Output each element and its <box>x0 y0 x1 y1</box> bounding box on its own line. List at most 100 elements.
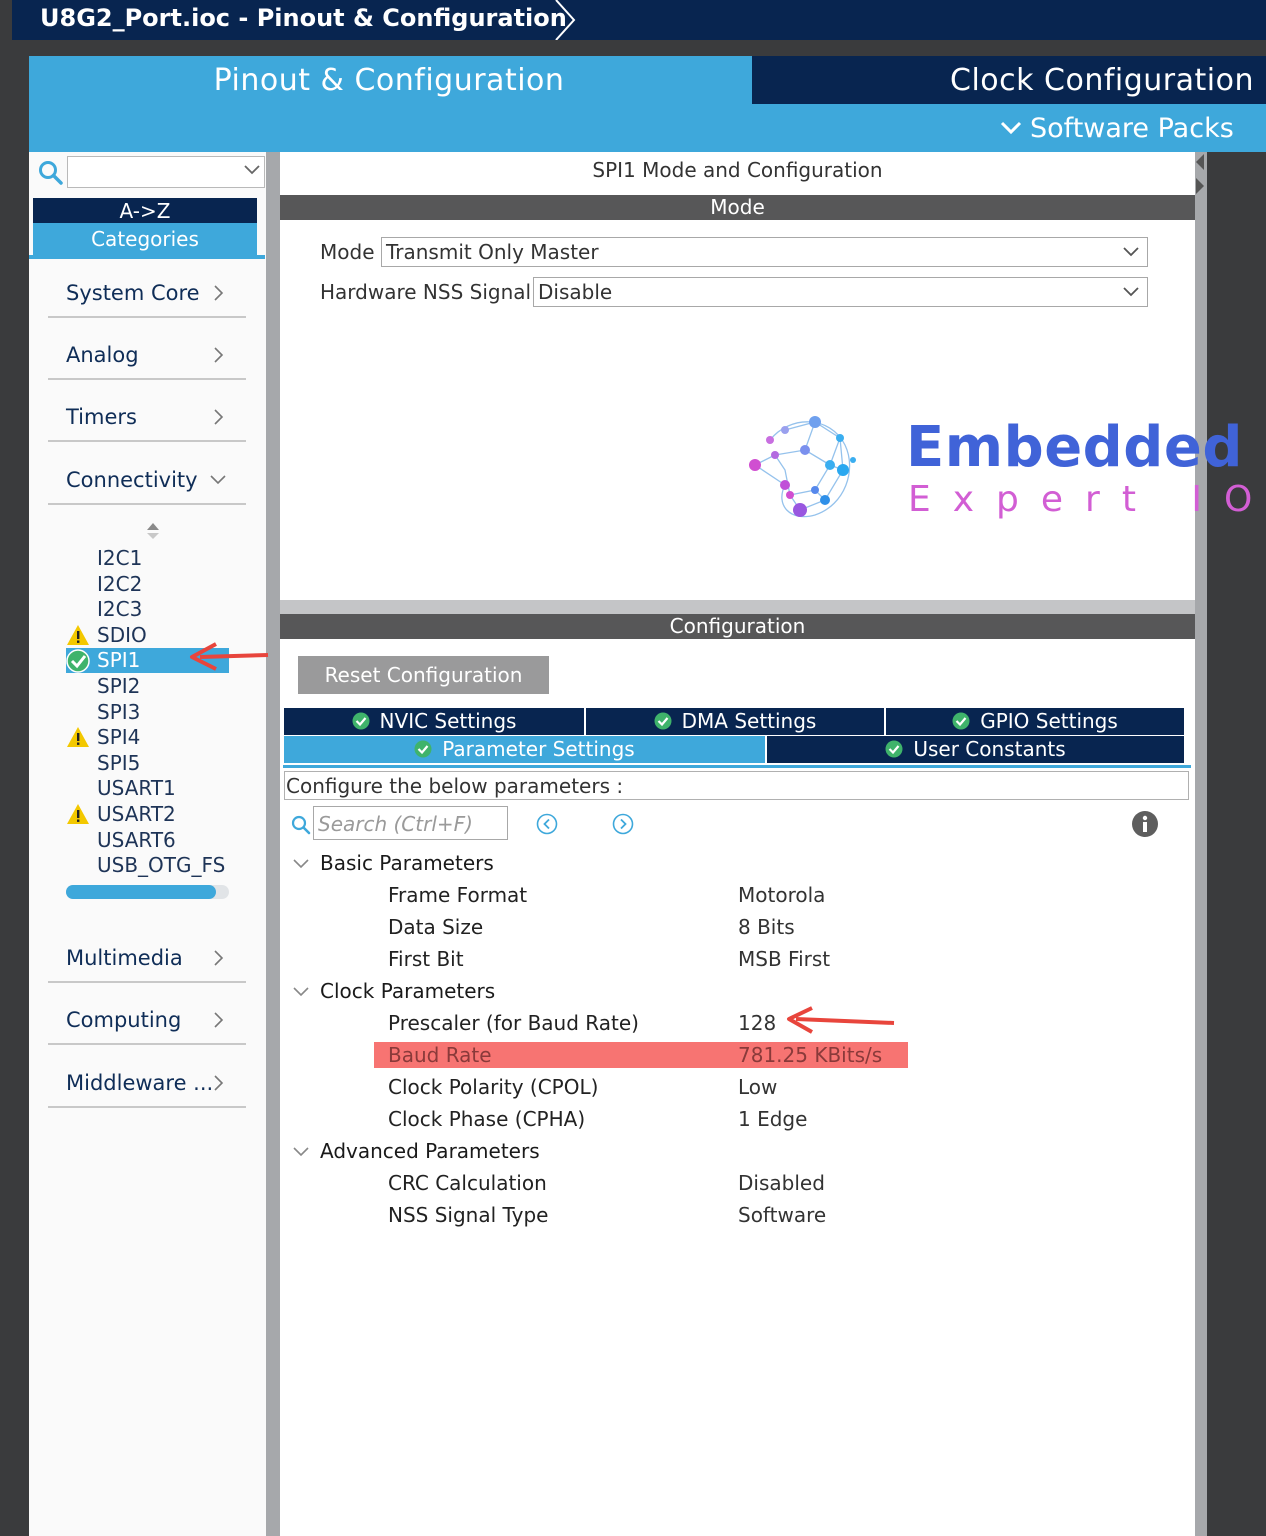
right-edge <box>1207 152 1266 1536</box>
peripheral-label: USART6 <box>97 828 176 852</box>
peripheral-spi5[interactable]: SPI5 <box>66 751 236 776</box>
category-middleware[interactable]: Middleware ... <box>48 1058 246 1108</box>
category-label: Analog <box>66 343 139 367</box>
previous-match-icon[interactable] <box>536 813 558 835</box>
logo-text-expert-io: Expert IO <box>908 479 1266 520</box>
group-basic-parameters[interactable]: Basic Parameters <box>290 847 494 879</box>
tab-label: NVIC Settings <box>379 709 517 733</box>
param-value-baud-rate: 781.25 KBits/s <box>738 1043 883 1067</box>
param-value-data-size[interactable]: 8 Bits <box>738 911 795 943</box>
tab-dma-settings[interactable]: DMA Settings <box>586 708 886 735</box>
category-label: Computing <box>66 1008 182 1032</box>
peripheral-spi4[interactable]: SPI4 <box>66 725 236 750</box>
left-panel-scrollbar[interactable] <box>266 152 280 1536</box>
tab-parameter-settings[interactable]: Parameter Settings <box>284 736 767 763</box>
peripheral-label: I2C1 <box>97 546 143 570</box>
category-computing[interactable]: Computing <box>48 995 246 1045</box>
chevron-down-icon <box>1123 247 1139 257</box>
peripheral-usb-otg-fs[interactable]: USB_OTG_FS <box>66 853 236 878</box>
peripheral-label: USART1 <box>97 776 176 800</box>
hardware-nss-select[interactable]: Disable <box>533 277 1148 307</box>
group-clock-parameters[interactable]: Clock Parameters <box>290 975 495 1007</box>
sort-az-button[interactable]: A->Z <box>33 198 257 223</box>
annotation-arrow-icon <box>787 1006 895 1034</box>
check-ok-icon <box>952 712 970 729</box>
tab-pinout-configuration[interactable]: Pinout & Configuration <box>29 56 749 104</box>
param-value-nss-signal-type[interactable]: Software <box>738 1199 826 1231</box>
param-name-cpha: Clock Phase (CPHA) <box>388 1107 586 1131</box>
tab-label: Parameter Settings <box>442 737 635 761</box>
chevron-down-icon <box>244 165 260 175</box>
category-label: Multimedia <box>66 946 183 970</box>
param-value-first-bit[interactable]: MSB First <box>738 943 830 975</box>
hardware-nss-label: Hardware NSS Signal <box>320 280 532 304</box>
category-multimedia[interactable]: Multimedia <box>48 933 246 983</box>
peripheral-label: USART2 <box>97 802 176 826</box>
tab-nvic-settings[interactable]: NVIC Settings <box>284 708 586 735</box>
peripheral-usart2[interactable]: USART2 <box>66 802 236 827</box>
tab-clock-configuration[interactable]: Clock Configuration <box>752 56 1266 104</box>
group-label: Clock Parameters <box>320 979 496 1003</box>
param-value-frame-format[interactable]: Motorola <box>738 879 825 911</box>
category-timers[interactable]: Timers <box>48 392 246 442</box>
param-value-crc-calculation[interactable]: Disabled <box>738 1167 825 1199</box>
check-ok-icon <box>414 740 432 757</box>
mode-panel-title: SPI1 Mode and Configuration <box>592 158 883 182</box>
breadcrumb-chevron-icon <box>555 0 576 40</box>
categories-button[interactable]: Categories <box>33 223 257 255</box>
category-system-core[interactable]: System Core <box>48 268 246 318</box>
chevron-down-icon <box>293 1147 309 1157</box>
category-analog[interactable]: Analog <box>48 330 246 380</box>
param-name-data-size: Data Size <box>388 915 484 939</box>
chevron-right-icon <box>214 409 224 425</box>
group-advanced-parameters[interactable]: Advanced Parameters <box>290 1135 540 1167</box>
collapse-arrows-icon[interactable] <box>1194 152 1206 196</box>
panel-splitter[interactable] <box>280 600 1195 614</box>
category-label: System Core <box>66 281 200 305</box>
chevron-down-icon <box>293 859 309 869</box>
category-connectivity[interactable]: Connectivity <box>48 455 246 505</box>
window-title: U8G2_Port.ioc - Pinout & Configuration <box>40 4 567 32</box>
mode-select-value: Transmit Only Master <box>386 240 599 264</box>
peripheral-label: I2C3 <box>97 597 143 621</box>
peripheral-i2c1[interactable]: I2C1 <box>66 546 236 571</box>
peripheral-spi3[interactable]: SPI3 <box>66 700 236 725</box>
parameter-search-input[interactable]: Search (Ctrl+F) <box>313 806 508 840</box>
sort-arrows-icon[interactable] <box>146 522 160 540</box>
peripheral-i2c3[interactable]: I2C3 <box>66 597 236 622</box>
software-packs-menu[interactable]: Software Packs <box>1000 106 1240 152</box>
param-value-cpha[interactable]: 1 Edge <box>738 1103 807 1135</box>
peripheral-label: I2C2 <box>97 572 143 596</box>
warning-icon <box>67 804 89 824</box>
peripheral-i2c2[interactable]: I2C2 <box>66 572 236 597</box>
category-search-combo[interactable] <box>67 156 265 188</box>
main-panel-scrollbar[interactable] <box>1195 152 1207 1536</box>
main-panel <box>280 152 1195 1536</box>
next-match-icon[interactable] <box>612 813 634 835</box>
info-icon[interactable] <box>1131 810 1159 838</box>
configuration-section-header: Configuration <box>280 614 1195 639</box>
check-ok-icon <box>885 740 903 757</box>
reset-configuration-button[interactable]: Reset Configuration <box>298 656 549 694</box>
peripheral-usart6[interactable]: USART6 <box>66 828 236 853</box>
configure-description: Configure the below parameters : <box>284 771 1189 800</box>
warning-icon <box>67 625 89 645</box>
peripheral-usart1[interactable]: USART1 <box>66 776 236 801</box>
chevron-down-icon <box>1000 121 1022 134</box>
tab-label: GPIO Settings <box>980 709 1118 733</box>
param-name-crc-calculation: CRC Calculation <box>388 1171 547 1195</box>
tab-gpio-settings[interactable]: GPIO Settings <box>886 708 1184 735</box>
mode-label: Mode <box>320 240 375 264</box>
chevron-right-icon <box>214 347 224 363</box>
chevron-right-icon <box>214 1012 224 1028</box>
peripheral-spi2[interactable]: SPI2 <box>66 674 236 699</box>
annotation-arrow-icon <box>190 642 269 671</box>
tab-user-constants[interactable]: User Constants <box>767 736 1184 763</box>
param-value-prescaler[interactable]: 128 <box>738 1007 776 1039</box>
tab-label: User Constants <box>913 737 1066 761</box>
peripheral-list-hscroll-thumb[interactable] <box>66 885 216 899</box>
search-icon <box>291 815 311 835</box>
mode-select[interactable]: Transmit Only Master <box>381 237 1148 267</box>
param-value-cpol[interactable]: Low <box>738 1071 777 1103</box>
param-name-baud-rate: Baud Rate <box>388 1043 492 1067</box>
